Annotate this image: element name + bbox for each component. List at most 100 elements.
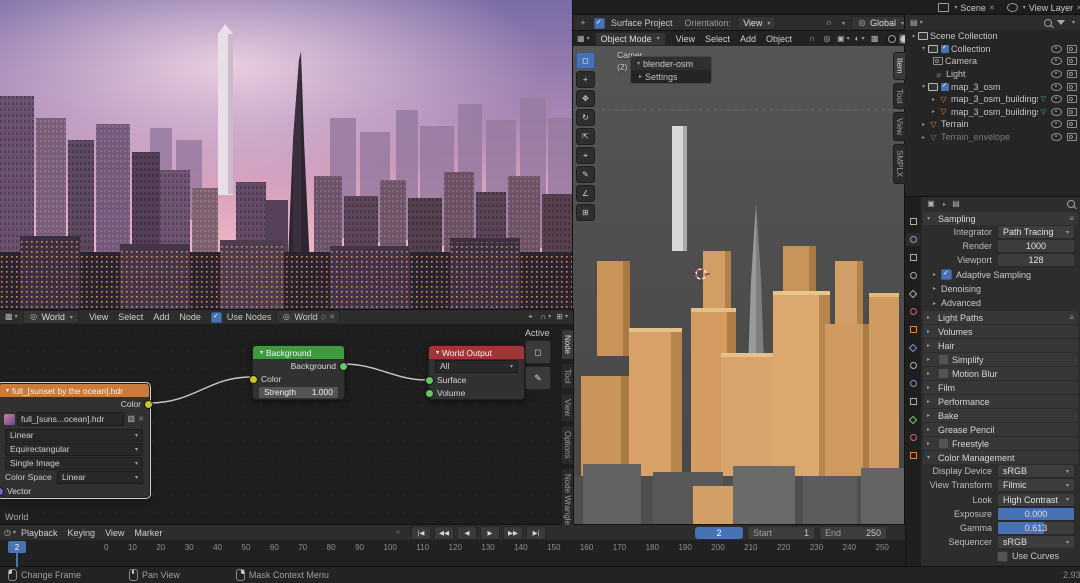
osm-settings-item[interactable]: ▸ Settings — [631, 70, 711, 83]
image-thumbnail[interactable] — [4, 414, 15, 425]
render-visibility-toggle[interactable] — [1067, 70, 1077, 78]
color-output-socket[interactable] — [144, 400, 153, 409]
filter-icon[interactable] — [1057, 20, 1065, 25]
properties-tab-constraints[interactable] — [906, 395, 920, 408]
node-editor-menu[interactable]: Node — [174, 312, 206, 322]
collapse-icon[interactable]: ▾ — [6, 387, 9, 394]
tool-measure[interactable]: ∠ — [576, 185, 595, 202]
next-keyframe-button[interactable]: ▶▶ — [503, 526, 523, 540]
viewport-menu[interactable]: Object — [761, 34, 797, 44]
collapse-icon[interactable]: ▾ — [260, 349, 263, 356]
timeline-ruler[interactable]: 2 01020304050607080901001101201301401501… — [0, 540, 905, 567]
tool-cursor[interactable]: + — [576, 71, 595, 88]
hide-eye-toggle[interactable] — [1051, 70, 1062, 78]
node-editor-sidebar-tab[interactable]: View — [561, 393, 573, 422]
expand-icon[interactable]: ▸ — [919, 121, 928, 128]
search-icon[interactable] — [1044, 19, 1052, 27]
expand-icon[interactable]: ▸ — [929, 108, 938, 115]
render-visibility-toggle[interactable] — [1067, 95, 1077, 103]
panel-grease-pencil[interactable]: ▸Grease Pencil — [923, 423, 1078, 436]
node-editor-sidebar-tab[interactable]: Node — [561, 329, 573, 360]
expand-icon[interactable]: ▸ — [919, 134, 928, 141]
properties-tab-physics[interactable] — [906, 377, 920, 390]
node-header[interactable]: ▾ Background — [253, 346, 344, 359]
viewport-menu[interactable]: View — [671, 34, 700, 44]
viewport-menu[interactable]: Select — [700, 34, 735, 44]
preset-icon[interactable]: ≡ — [1069, 214, 1074, 223]
properties-tab-modifiers[interactable] — [906, 341, 920, 354]
hide-eye-toggle[interactable] — [1051, 108, 1062, 116]
node-canvas[interactable]: ▾ full_[sunset by the ocean].hdr Color f… — [0, 324, 573, 525]
unlink-view-layer-icon[interactable]: ✕ — [1076, 4, 1080, 12]
properties-tab-object[interactable] — [906, 323, 920, 336]
viewport-sidebar-tab[interactable]: Tool — [893, 83, 905, 110]
hide-eye-toggle[interactable] — [1051, 95, 1062, 103]
current-frame-field[interactable]: 2 — [695, 527, 743, 539]
shading-wireframe-button[interactable] — [887, 34, 897, 44]
jump-to-start-button[interactable]: |◀ — [411, 526, 431, 540]
motion-blur-checkbox[interactable] — [938, 368, 949, 379]
scene-selector[interactable]: ▾ Scene ✕ — [934, 1, 998, 14]
freestyle-checkbox[interactable] — [938, 438, 949, 449]
render-visibility-toggle[interactable] — [1067, 120, 1077, 128]
outliner-row-buildings-001[interactable]: ▸ ▽ map_3_osm_buildings.001 ▽ — [905, 106, 1080, 119]
render-visibility-toggle[interactable] — [1067, 133, 1077, 141]
unlink-scene-icon[interactable]: ✕ — [989, 4, 995, 12]
mode-dropdown[interactable]: Object Mode▾ — [595, 32, 666, 46]
properties-tab-world[interactable] — [906, 305, 920, 318]
xray-toggle-icon[interactable]: ▩ — [870, 33, 880, 44]
expand-icon[interactable]: ▾ — [919, 83, 928, 90]
panel-adaptive-sampling[interactable]: ▸ Adaptive Sampling — [921, 268, 1080, 282]
strength-slider[interactable]: Strength 1.000 — [259, 387, 338, 398]
render-visibility-toggle[interactable] — [1067, 57, 1077, 65]
overlays-toggle-icon[interactable]: ⊞▾ — [556, 312, 568, 323]
tool-select-box[interactable]: ◻ — [576, 52, 595, 69]
view-transform-dropdown[interactable]: Filmic▾ — [997, 478, 1075, 492]
image-name-field[interactable]: full_[suns...ocean].hdr — [17, 412, 124, 426]
viewport-sidebar-tab[interactable]: Item — [893, 52, 905, 80]
hide-eye-toggle[interactable] — [1051, 133, 1062, 141]
snap-magnet-icon[interactable]: ∩ — [824, 18, 834, 29]
active-tool-icon[interactable]: ◻ — [525, 340, 551, 364]
render-samples-field[interactable]: 1000 — [997, 239, 1075, 253]
shield-icon[interactable]: ◇ — [321, 313, 326, 321]
properties-tab-output[interactable] — [906, 251, 920, 264]
active-tool-icon-2[interactable]: ✎ — [525, 366, 551, 390]
render-visibility-toggle[interactable] — [1067, 45, 1077, 53]
panel-hair[interactable]: ▸Hair — [923, 339, 1078, 352]
background-output-socket[interactable] — [339, 362, 348, 371]
tool-move[interactable]: ✥ — [576, 90, 595, 107]
hide-eye-toggle[interactable] — [1051, 120, 1062, 128]
search-icon[interactable] — [1067, 200, 1075, 208]
panel-advanced[interactable]: ▸Advanced — [921, 296, 1080, 310]
viewport-canvas[interactable] — [573, 46, 905, 525]
viewport-menu[interactable]: Add — [735, 34, 761, 44]
chevron-down-icon[interactable]: ▾ — [1072, 19, 1075, 26]
properties-tab-view-layer[interactable] — [906, 269, 920, 282]
viewport-sidebar-tab[interactable]: View — [893, 112, 905, 141]
properties-tab-material[interactable] — [906, 431, 920, 444]
node-world-output[interactable]: ▾ World Output All▾ Surface Volume — [428, 345, 525, 400]
preset-icon[interactable]: ≡ — [1069, 313, 1074, 322]
outliner-row-scene-collection[interactable]: ▾ Scene Collection — [905, 30, 1080, 43]
outliner-row-camera[interactable]: Camera — [905, 55, 1080, 68]
panel-motion-blur[interactable]: ▸ Motion Blur — [923, 367, 1078, 380]
node-editor-sidebar-tab[interactable]: Node Wrangler — [561, 468, 573, 525]
view-layer-selector[interactable]: ▾ View Layer ✕ — [1003, 1, 1080, 14]
look-dropdown[interactable]: High Contrast▾ — [997, 493, 1075, 507]
collection-checkbox[interactable] — [941, 45, 949, 53]
chevron-down-icon[interactable]: ▾ — [637, 60, 640, 67]
overlays-toggle-icon[interactable]: ◐▾ — [855, 33, 865, 44]
node-environment-texture[interactable]: ▾ full_[sunset by the ocean].hdr Color f… — [0, 383, 150, 498]
editor-type-icon[interactable]: ▦▾ — [577, 33, 590, 44]
timeline-menu[interactable]: Keying — [63, 528, 101, 538]
jump-to-end-button[interactable]: ▶| — [526, 526, 546, 540]
projection-dropdown[interactable]: Equirectangular▾ — [5, 443, 143, 456]
proportional-edit-icon[interactable]: ◎ — [822, 33, 832, 44]
playhead-badge[interactable]: 2 — [8, 541, 26, 553]
pin-icon[interactable]: ⌖ — [526, 312, 536, 323]
unlink-icon[interactable]: ✕ — [138, 415, 144, 423]
tool-annotate[interactable]: ✎ — [576, 166, 595, 183]
folder-icon[interactable]: ▧ — [126, 414, 136, 425]
shader-type-dropdown[interactable]: ◎ World▾ — [23, 310, 79, 324]
